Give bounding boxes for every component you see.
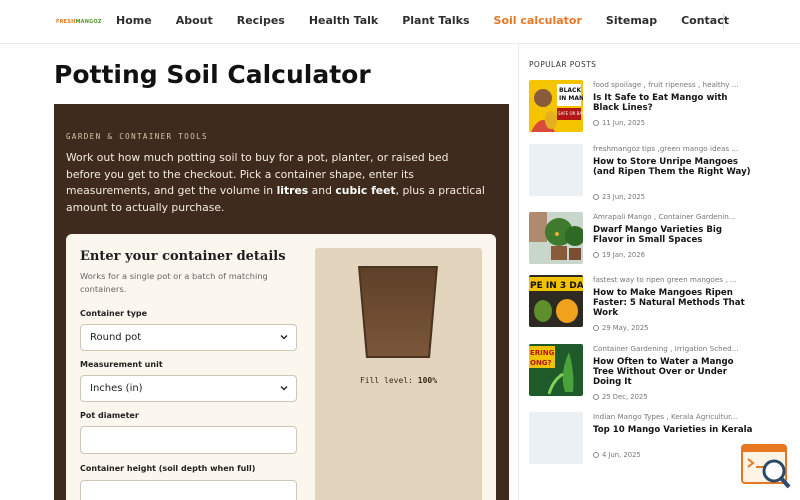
post-date-text: 19 Jan, 2026 <box>602 251 645 259</box>
post-image-watering: ERING ONG? <box>529 344 583 396</box>
container-height-input[interactable] <box>80 480 297 500</box>
pot-diameter-input[interactable] <box>80 426 297 454</box>
post-tags: food spoilage , fruit ripeness , healthy… <box>593 80 739 89</box>
chevron-down-icon <box>280 386 288 391</box>
popular-post[interactable]: PE IN 3 DAY fastest way to ripen green m… <box>529 275 791 332</box>
sidebar-divider <box>518 44 519 500</box>
nav-divider <box>723 13 724 29</box>
post-image-dwarf-mango <box>529 212 583 264</box>
container-height-label: Container height (soil depth when full) <box>80 464 256 473</box>
container-type-label: Container type <box>80 309 148 318</box>
post-date-text: 25 Dec, 2025 <box>602 393 648 401</box>
nav-contact[interactable]: Contact <box>681 14 729 27</box>
nav-sitemap[interactable]: Sitemap <box>606 14 657 27</box>
nav-plant-talks[interactable]: Plant Talks <box>402 14 469 27</box>
fill-level-value: 100% <box>417 376 438 385</box>
post-date: 25 Dec, 2025 <box>593 393 648 401</box>
post-date-text: 23 Jun, 2025 <box>602 193 646 201</box>
pot-diameter-label: Pot diameter <box>80 411 139 420</box>
logo-text-mangoz: MANGOZ <box>75 19 102 25</box>
post-title[interactable]: Top 10 Mango Varieties in Kerala <box>593 425 753 435</box>
hero-description: Work out how much potting soil to buy fo… <box>66 150 486 216</box>
container-type-select[interactable]: Round pot <box>80 324 297 351</box>
post-thumbnail[interactable] <box>529 212 583 264</box>
post-title[interactable]: Is It Safe to Eat Mango with Black Lines… <box>593 93 753 113</box>
post-date-text: 4 Jun, 2025 <box>602 451 641 459</box>
clock-icon <box>593 394 599 400</box>
form-subtitle: Works for a single pot or a batch of mat… <box>80 271 268 294</box>
soil-fill <box>360 268 436 356</box>
post-image-ripen-faster: PE IN 3 DAY <box>529 275 583 327</box>
post-thumbnail-placeholder[interactable] <box>529 144 583 196</box>
post-tags: Container Gardening , Irrigation Sched..… <box>593 344 739 353</box>
logo-text-fresh: FRESH <box>56 19 76 25</box>
post-date: 19 Jan, 2026 <box>593 251 645 259</box>
thumb-text: IN MANG <box>559 95 583 102</box>
post-image-black-lines: BLACK LI IN MANG SAFE OR BAN <box>529 80 583 132</box>
chevron-down-icon <box>280 335 288 340</box>
popular-post[interactable]: Amrapali Mango , Container Gardenin... D… <box>529 212 791 268</box>
page: FRESHMANGOZ Home About Recipes Health Ta… <box>0 0 800 500</box>
popular-posts-heading: POPULAR POSTS <box>529 60 597 69</box>
post-title[interactable]: How to Make Mangoes Ripen Faster: 5 Natu… <box>593 288 753 318</box>
pot-visualization: Fill level: 100% <box>315 248 482 500</box>
desc-cubic-feet: cubic feet <box>335 184 396 197</box>
clock-icon <box>593 120 599 126</box>
nav-health-talk[interactable]: Health Talk <box>309 14 378 27</box>
thumb-text: SAFE OR BAN <box>558 111 583 116</box>
desc-text: and <box>308 184 336 197</box>
fill-level-label: Fill level: <box>359 376 413 385</box>
desc-litres: litres <box>276 184 309 197</box>
post-date-text: 29 May, 2025 <box>602 324 649 332</box>
form-title: Enter your container details <box>80 249 286 264</box>
nav-about[interactable]: About <box>176 14 213 27</box>
thumb-text: ONG? <box>530 359 552 367</box>
clock-icon <box>593 452 599 458</box>
hero-eyebrow: GARDEN & CONTAINER TOOLS <box>66 132 208 141</box>
post-thumbnail[interactable]: BLACK LI IN MANG SAFE OR BAN <box>529 80 583 132</box>
post-date-text: 11 Jun, 2025 <box>602 119 646 127</box>
thumb-text: PE IN 3 DAY <box>530 281 583 291</box>
popular-post[interactable]: freshmangoz tips ,green mango ideas ... … <box>529 144 791 201</box>
nav-soil-calculator[interactable]: Soil calculator <box>494 14 582 27</box>
post-tags: freshmangoz tips ,green mango ideas ... <box>593 144 739 153</box>
calculator-hero: GARDEN & CONTAINER TOOLS Work out how mu… <box>54 104 509 500</box>
nav-recipes[interactable]: Recipes <box>237 14 285 27</box>
popular-post[interactable]: ERING ONG? Container Gardening , Irrigat… <box>529 344 791 401</box>
pot-illustration <box>358 266 438 358</box>
post-date: 23 Jun, 2025 <box>593 193 645 201</box>
container-type-value: Round pot <box>90 332 142 343</box>
thumb-text: ERING <box>530 349 555 357</box>
post-title[interactable]: How to Store Unripe Mangoes (and Ripen T… <box>593 157 753 177</box>
post-tags: fastest way to ripen green mangoes , ... <box>593 275 737 284</box>
popular-post[interactable]: BLACK LI IN MANG SAFE OR BAN food spoila… <box>529 80 791 136</box>
post-date: 4 Jun, 2025 <box>593 451 641 459</box>
nav-home[interactable]: Home <box>116 14 152 27</box>
post-tags: Amrapali Mango , Container Gardenin... <box>593 212 736 221</box>
post-thumbnail[interactable]: ERING ONG? <box>529 344 583 396</box>
clock-icon <box>593 325 599 331</box>
main-nav: Home About Recipes Health Talk Plant Tal… <box>116 14 753 27</box>
site-logo[interactable]: FRESHMANGOZ <box>56 19 102 25</box>
fill-level-readout: Fill level: 100% <box>315 376 482 385</box>
search-widget-icon[interactable] <box>740 443 792 491</box>
post-tags: Indian Mango Types , Kerala Agricultur..… <box>593 412 738 421</box>
post-date: 29 May, 2025 <box>593 324 648 332</box>
clock-icon <box>593 194 599 200</box>
thumb-text: BLACK LI <box>559 87 583 94</box>
measurement-unit-label: Measurement unit <box>80 360 163 369</box>
measurement-unit-select[interactable]: Inches (in) <box>80 375 297 402</box>
post-title[interactable]: Dwarf Mango Varieties Big Flavor in Smal… <box>593 225 753 245</box>
post-date: 11 Jun, 2025 <box>593 119 645 127</box>
site-header: FRESHMANGOZ Home About Recipes Health Ta… <box>0 0 800 44</box>
measurement-unit-value: Inches (in) <box>90 383 143 394</box>
post-title[interactable]: How Often to Water a Mango Tree Without … <box>593 357 753 387</box>
clock-icon <box>593 252 599 258</box>
container-form-card: Enter your container details Works for a… <box>66 234 496 500</box>
post-thumbnail[interactable]: PE IN 3 DAY <box>529 275 583 327</box>
post-thumbnail-placeholder[interactable] <box>529 412 583 464</box>
page-title: Potting Soil Calculator <box>54 60 371 89</box>
